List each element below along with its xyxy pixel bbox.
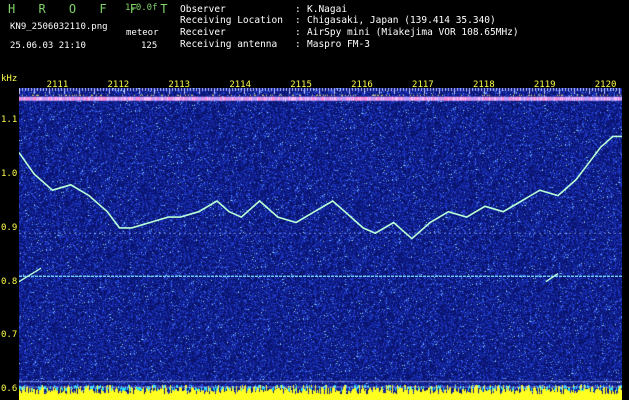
info-value-receiver: AirSpy mini (Miakejima VOR 108.65MHz) xyxy=(307,27,519,38)
info-colon: : xyxy=(295,39,301,50)
trace-overlay xyxy=(19,135,622,283)
header-panel: H R O F F T 1.0.0f KN9_2506032110.png me… xyxy=(0,0,629,75)
info-key-observer: Observer xyxy=(180,4,226,15)
signal-trace-line xyxy=(19,135,622,240)
info-key-receiver: Receiver xyxy=(180,27,226,38)
version-label: 1.0.0f xyxy=(125,3,158,13)
info-key-antenna: Receiving antenna xyxy=(180,39,278,50)
meteor-echo xyxy=(545,273,559,283)
y-tick-label: 0.8 xyxy=(1,276,18,287)
info-value-observer: K.Nagai xyxy=(307,4,348,15)
datetime-label: 25.06.03 21:10 xyxy=(10,41,86,51)
y-tick-label: 1.1 xyxy=(1,115,18,126)
info-value-antenna: Maspro FM-3 xyxy=(307,39,370,50)
y-axis-title: kHz xyxy=(1,74,18,84)
y-tick-label: 0.6 xyxy=(1,384,18,395)
info-value-location: Chigasaki, Japan (139.414 35.340) xyxy=(307,15,496,26)
program-label: meteor xyxy=(126,28,159,38)
y-tick-label: 1.0 xyxy=(1,169,18,180)
info-colon: : xyxy=(295,15,301,26)
count-label: 125 xyxy=(141,41,158,51)
y-tick-label: 0.9 xyxy=(1,222,18,233)
y-tick-label: 0.7 xyxy=(1,330,18,341)
info-key-location: Receiving Location xyxy=(180,15,283,26)
info-colon: : xyxy=(295,27,301,38)
info-colon: : xyxy=(295,4,301,15)
meteor-echo xyxy=(19,267,42,283)
filename-label: KN9_2506032110.png xyxy=(10,22,108,32)
